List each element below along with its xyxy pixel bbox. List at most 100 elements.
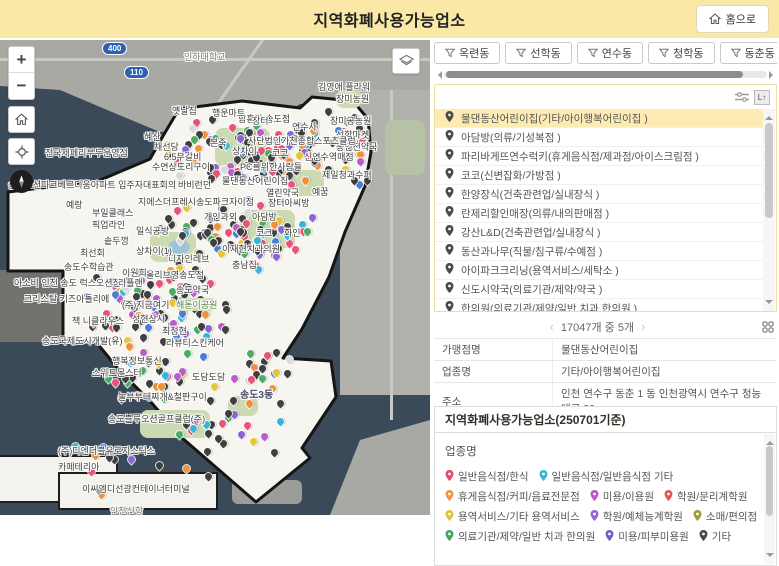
list-item[interactable]: 파리바게뜨연수럭키(휴게음식점/제과점/아이스크림점 ) [435,147,764,166]
map-place-label: 개인과외 [204,210,237,223]
district-filter-2[interactable]: 선학동 [505,42,571,64]
legend-item: 기타 [699,529,731,544]
compass-control[interactable] [10,170,33,193]
zoom-out-button[interactable]: − [9,73,34,99]
zoom-control[interactable]: + − [8,46,35,100]
map-place-label: (주)디엔더블유로지스틱스 [58,444,155,457]
map-place-label: 아담방 [252,210,277,223]
district-filter-4[interactable]: 청학동 [648,42,714,64]
list-item[interactable]: 물댄동산어린이집(기타/아이행복어린이집 ) [435,109,764,128]
filter-scroll-track[interactable] [444,71,767,78]
map-place-label: 코코 [272,146,289,159]
list-item[interactable]: 동산과나무(직물/침구류/수예점 ) [435,242,764,261]
pin-icon [445,187,454,201]
legend-item: 일반음식점/한식 [445,469,529,484]
legend-scroll-thumb[interactable] [766,446,773,516]
detail-row: 가맹점명물댄동산어린이집 [434,339,777,361]
legend-item: 의료기관/제약/일반 치과 한의원 [445,529,595,544]
app-header: 지역화폐사용가능업소 홈으로 [0,0,779,38]
category-pin-icon [445,510,454,524]
scroll-up-arrow-icon[interactable] [765,112,773,120]
category-pin-icon [445,530,454,544]
scroll-right-arrow-icon[interactable] [769,71,777,79]
map-place-label: PC를위한사람들 [240,160,302,173]
pagination-count: 17047개 중 5개 [561,322,634,334]
detail-row: 업종명기타/아이행복어린이집 [434,361,777,383]
list-item[interactable]: 코코(신변잡화/가방점 ) [435,166,764,185]
map-place-label: 도담도담 [192,370,225,383]
category-pin-icon [699,530,708,544]
map-place-label: 장터아씨방 [268,196,309,209]
list-scrollbar[interactable] [763,109,775,311]
map-place-label: 인천신항 [110,504,143,515]
home-button-label: 홈으로 [726,11,756,27]
legend-subtitle: 업종명 [445,443,760,459]
layers-button[interactable] [392,48,420,74]
map-place-label: 카페테리아 [58,460,99,473]
district-filter-5[interactable]: 동춘동 [720,42,778,64]
scroll-up-arrow-icon[interactable] [766,437,774,445]
map-place-label: 화인 [284,226,301,239]
map-canvas[interactable]: 인하대학교전국제페리부두운영점송도오션파크베르디움아파트 입주자대표회의함흥관 … [0,40,430,515]
side-panel: 옥련동선학동연수동청학동동춘동송도동 L↑ 물댄동산어린이집(기타/아이행복어린… [432,40,779,515]
map-place-label: 인하대학교 [184,50,225,63]
prev-page-arrow[interactable]: ‹ [546,319,558,334]
map-place-label: 지에스더프레시송도파크자이점 [138,195,254,208]
legend-scrollbar[interactable] [764,434,775,564]
map-place-label: 신연수역매점 [304,150,354,163]
pin-icon [445,244,454,258]
filter-scrollbar[interactable] [434,70,777,79]
map-place-label: 송도국제도시개발(유) [42,334,123,347]
category-pin-icon [445,490,454,504]
detail-label: 업종명 [434,361,552,382]
business-list-box: L↑ 물댄동산어린이집(기타/아이행복어린이집 )아담방(의류/기성복점 )파리… [434,84,777,312]
scroll-down-arrow-icon[interactable] [766,553,774,561]
list-item[interactable]: 란제리할인매장(의류/내의판매점 ) [435,204,764,223]
my-location-button[interactable] [8,138,35,165]
category-pin-icon [590,510,599,524]
list-item[interactable]: 아담방(의류/기성복점 ) [435,128,764,147]
district-filter-3[interactable]: 연수동 [577,42,643,64]
map-place-label: 잭 니클라우스 [72,314,124,327]
pin-icon [445,168,454,182]
tune-filter-icon[interactable] [735,91,749,103]
map-place-label: 스위트몬스터 [92,366,142,379]
category-pin-icon [605,530,614,544]
map-place-label: 예랑 [66,198,83,211]
zoom-in-button[interactable]: + [9,47,34,73]
map-place-label: 수연상도리구이 [152,160,210,173]
scroll-left-arrow-icon[interactable] [434,71,442,79]
list-item[interactable]: 한의원(의료기관/제약/일반 치과 한의원 ) [435,299,764,311]
pin-icon [445,130,454,144]
sort-toggle-button[interactable]: L↑ [754,90,770,105]
scroll-down-arrow-icon[interactable] [765,300,773,308]
map-place-label: 제일청과수퍼 [322,168,372,181]
map-place-label: 충남집 [232,258,257,271]
map-place-label: 이재현치과의원 [222,242,280,255]
list-scroll-thumb[interactable] [765,123,773,218]
district-filter-1[interactable]: 옥련동 [434,42,500,64]
business-list: 물댄동산어린이집(기타/아이행복어린이집 )아담방(의류/기성복점 )파리바게뜨… [435,109,764,311]
list-item[interactable]: 신도시약국(의료기관/제약/약국 ) [435,280,764,299]
legend-panel: 지역화폐사용가능업소(250701기준) 업종명 일반음식점/한식일반음식점/일… [434,406,777,566]
category-pin-icon [590,490,599,504]
home-button[interactable]: 홈으로 [696,5,769,33]
detail-label: 가맹점명 [434,339,552,360]
map-home-button[interactable] [8,106,35,133]
legend-item: 일반음식점/일반음식점 기타 [539,469,674,484]
legend-item: 미용/피부미용원 [605,529,689,544]
map-place-label: (주)지금여기 [122,298,169,311]
filter-scroll-thumb[interactable] [446,71,743,78]
grid-view-icon[interactable] [761,320,775,334]
next-page-arrow[interactable]: › [637,319,649,334]
pin-icon [445,149,454,163]
map-place-label: 코크 [256,226,273,239]
category-pin-icon [445,470,454,484]
map-place-label: 사단법인가천종합스포츠클럽 [248,134,356,147]
legend-item: 미용/이용원 [590,489,654,504]
list-item[interactable]: 아이파크크리닝(용역서비스/세탁소 ) [435,261,764,280]
list-item[interactable]: 한양장식(건축관련업/실내장식 ) [435,185,764,204]
list-item[interactable]: 강산L&D(건축관련업/실내장식 ) [435,223,764,242]
map-place-label: 장미농원 [336,92,369,105]
legend-item: 학원/예체능계학원 [590,509,683,524]
